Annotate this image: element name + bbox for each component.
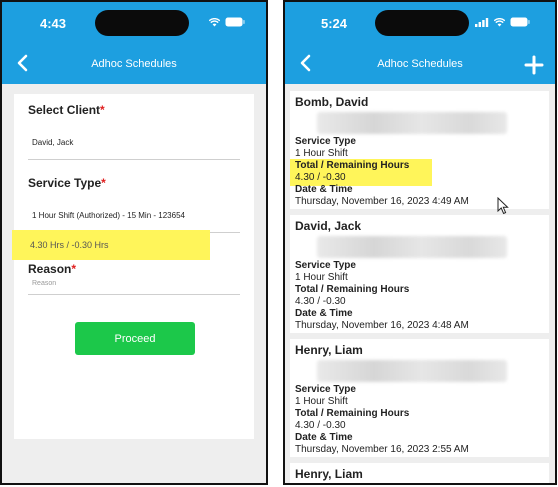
- service-type-value: 1 Hour Shift: [295, 272, 348, 283]
- status-time: 5:24: [321, 16, 348, 31]
- left-phone-screen: 4:43 Adhoc Schedules Select Client* Davi…: [0, 0, 268, 485]
- reason-label: Reason*: [28, 262, 77, 276]
- schedule-card[interactable]: David, Jack Service Type 1 Hour Shift To…: [290, 215, 549, 333]
- date-time-label: Date & Time: [295, 308, 353, 319]
- battery-icon: [510, 17, 530, 27]
- system-icons: [209, 17, 245, 27]
- service-type-dropdown[interactable]: 1 Hour Shift (Authorized) - 15 Min - 123…: [32, 211, 185, 220]
- right-phone-screen: 5:24 Adhoc Schedules Bomb, David Service…: [283, 0, 557, 485]
- select-client-label: Select Client*: [28, 103, 105, 117]
- client-name: Henry, Liam: [295, 343, 363, 357]
- date-time-value: Thursday, November 16, 2023 2:55 AM: [295, 444, 469, 455]
- reason-input[interactable]: Reason: [32, 280, 56, 287]
- redacted-address: [317, 360, 507, 382]
- signal-icon: [475, 17, 489, 27]
- page-title: Adhoc Schedules: [91, 58, 177, 70]
- service-type-label: Service Type: [295, 260, 356, 271]
- wifi-icon: [494, 17, 505, 26]
- redacted-address: [317, 112, 507, 134]
- schedule-card[interactable]: Henry, Liam Service Type 1 Hour Shift To…: [290, 339, 549, 457]
- page-title: Adhoc Schedules: [377, 58, 463, 70]
- hours-label: Total / Remaining Hours: [295, 160, 410, 171]
- service-type-label: Service Type: [295, 384, 356, 395]
- redacted-address: [317, 236, 507, 258]
- required-mark: *: [100, 103, 105, 117]
- system-icons: [475, 17, 530, 27]
- proceed-button[interactable]: Proceed: [75, 322, 195, 355]
- dynamic-island: [95, 10, 189, 36]
- status-bar: 5:24: [285, 2, 555, 46]
- hours-label: Total / Remaining Hours: [295, 284, 410, 295]
- nav-bar: Adhoc Schedules: [285, 46, 555, 84]
- schedule-card[interactable]: Henry, Liam: [290, 463, 549, 483]
- divider: [28, 294, 240, 295]
- service-type-label: Service Type*: [28, 176, 106, 190]
- divider: [28, 159, 240, 160]
- service-type-value: 1 Hour Shift: [295, 148, 348, 159]
- hours-summary: 4.30 Hrs / -0.30 Hrs: [30, 240, 109, 250]
- hours-value: 4.30 / -0.30: [295, 296, 346, 307]
- service-type-label: Service Type: [295, 136, 356, 147]
- schedule-list: Bomb, David Service Type 1 Hour Shift To…: [285, 84, 555, 483]
- status-bar: 4:43: [2, 2, 266, 46]
- client-name: Bomb, David: [295, 95, 369, 109]
- select-client-dropdown[interactable]: David, Jack: [32, 138, 73, 147]
- date-time-value: Thursday, November 16, 2023 4:49 AM: [295, 196, 469, 207]
- wifi-icon: [209, 17, 220, 26]
- dynamic-island: [375, 10, 469, 36]
- add-plus-icon: [524, 55, 544, 75]
- hours-value: 4.30 / -0.30: [295, 172, 346, 183]
- schedule-card[interactable]: Bomb, David Service Type 1 Hour Shift To…: [290, 91, 549, 209]
- hours-value: 4.30 / -0.30: [295, 420, 346, 431]
- nav-bar: Adhoc Schedules: [2, 46, 266, 84]
- status-time: 4:43: [40, 16, 67, 31]
- form-area: Select Client* David, Jack Service Type*…: [2, 84, 266, 483]
- hours-label: Total / Remaining Hours: [295, 408, 410, 419]
- date-time-label: Date & Time: [295, 432, 353, 443]
- client-name: Henry, Liam: [295, 467, 363, 481]
- required-mark: *: [101, 176, 106, 190]
- battery-icon: [225, 17, 245, 27]
- service-type-value: 1 Hour Shift: [295, 396, 348, 407]
- mouse-cursor-icon: [497, 197, 509, 215]
- adhoc-form: Select Client* David, Jack Service Type*…: [12, 94, 254, 439]
- date-time-label: Date & Time: [295, 184, 353, 195]
- date-time-value: Thursday, November 16, 2023 4:48 AM: [295, 320, 469, 331]
- client-name: David, Jack: [295, 219, 362, 233]
- add-schedule-button[interactable]: [523, 54, 545, 76]
- required-mark: *: [71, 262, 77, 276]
